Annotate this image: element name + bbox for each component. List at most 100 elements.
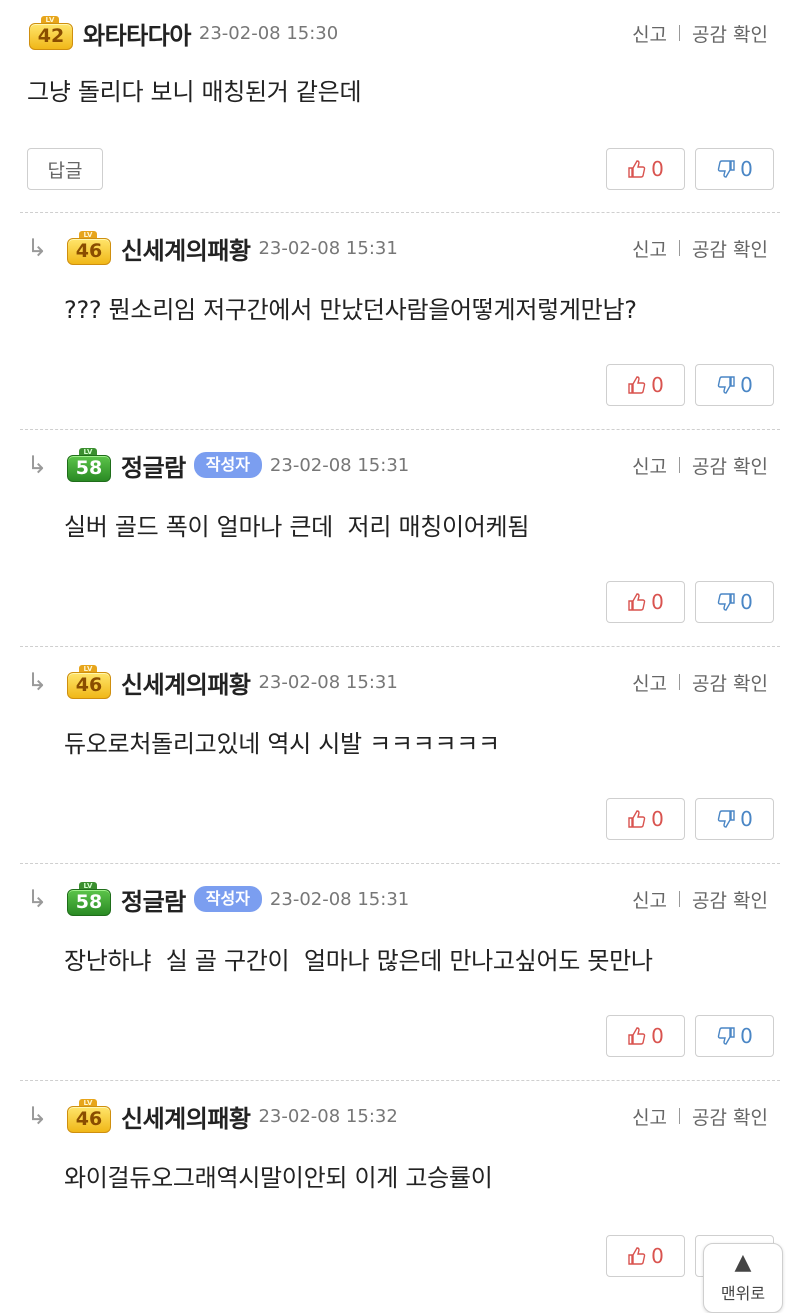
comment-header: ↳ LV 46 신세계의패황 23-02-08 15:32 (27, 1098, 398, 1134)
comment-actions: 신고 공감 확인 (632, 15, 768, 51)
level-badge-icon: LV 58 (65, 448, 111, 482)
comment-divider (20, 1080, 780, 1081)
comment-actions: 신고 공감 확인 (632, 1098, 768, 1134)
comment-item: ↳ LV 46 신세계의패황 23-02-08 15:31 신고 공감 확인 듀… (0, 646, 800, 863)
divider (679, 891, 681, 907)
divider (679, 25, 681, 41)
level-badge-icon: LV 46 (65, 231, 111, 265)
level-number: 46 (67, 238, 111, 265)
nickname[interactable]: 신세계의패황 (121, 1099, 251, 1134)
downvote-button[interactable]: 0 (695, 581, 774, 623)
divider (679, 674, 681, 690)
nickname[interactable]: 와타타다아 (83, 16, 191, 51)
upvote-count: 0 (651, 1244, 664, 1268)
comment-header: ↳ LV 46 신세계의패황 23-02-08 15:31 (27, 664, 398, 700)
thumbs-down-icon (717, 593, 735, 611)
level-number: 42 (29, 23, 73, 50)
timestamp: 23-02-08 15:31 (269, 454, 410, 476)
report-link[interactable]: 신고 (632, 20, 667, 47)
comment-divider (20, 863, 780, 864)
thumbs-up-icon (628, 160, 646, 178)
sympathy-check-link[interactable]: 공감 확인 (692, 235, 768, 262)
comment-header: ↳ LV 58 정글람 작성자 23-02-08 15:31 (27, 881, 409, 917)
level-number: 58 (67, 889, 111, 916)
nickname[interactable]: 신세계의패황 (121, 665, 251, 700)
scroll-top-button[interactable]: ▲ 맨위로 (703, 1243, 783, 1313)
level-badge-icon: LV 46 (65, 1099, 111, 1133)
upvote-button[interactable]: 0 (606, 798, 685, 840)
comment-header: ↳ LV 46 신세계의패황 23-02-08 15:31 (27, 230, 398, 266)
report-link[interactable]: 신고 (632, 1103, 667, 1130)
level-badge-icon: LV 58 (65, 882, 111, 916)
comment-divider (20, 212, 780, 213)
author-badge: 작성자 (193, 452, 262, 478)
reply-arrow-icon: ↳ (27, 451, 48, 479)
upvote-button[interactable]: 0 (606, 364, 685, 406)
comment-actions: 신고 공감 확인 (632, 230, 768, 266)
nickname[interactable]: 정글람 (121, 448, 186, 483)
comment-text: 장난하냐 실 골 구간이 얼마나 많은데 만나고싶어도 못만나 (64, 947, 653, 975)
sympathy-check-link[interactable]: 공감 확인 (692, 20, 768, 47)
thumbs-up-icon (628, 376, 646, 394)
sympathy-check-link[interactable]: 공감 확인 (692, 886, 768, 913)
nickname[interactable]: 정글람 (121, 882, 186, 917)
comment-text: 와이걸듀오그래역시말이안되 이게 고승률이 (64, 1164, 493, 1192)
thumbs-up-icon (628, 1027, 646, 1045)
comment-actions: 신고 공감 확인 (632, 447, 768, 483)
upvote-count: 0 (651, 1024, 664, 1048)
downvote-count: 0 (740, 1024, 753, 1048)
comment-actions: 신고 공감 확인 (632, 881, 768, 917)
nickname[interactable]: 신세계의패황 (121, 231, 251, 266)
upvote-count: 0 (651, 157, 664, 181)
downvote-count: 0 (740, 807, 753, 831)
upvote-count: 0 (651, 373, 664, 397)
level-badge-icon: LV 42 (27, 16, 73, 50)
comment-header: ↳ LV 58 정글람 작성자 23-02-08 15:31 (27, 447, 409, 483)
reply-arrow-icon: ↳ (27, 668, 48, 696)
comment-item: ↳ LV 58 정글람 작성자 23-02-08 15:31 신고 공감 확인 … (0, 429, 800, 646)
report-link[interactable]: 신고 (632, 235, 667, 262)
thumbs-down-icon (717, 1027, 735, 1045)
comment-text: 듀오로처돌리고있네 역시 시발 ㅋㅋㅋㅋㅋㅋ (64, 730, 500, 758)
scroll-top-label: 맨위로 (720, 1284, 766, 1303)
sympathy-check-link[interactable]: 공감 확인 (692, 452, 768, 479)
downvote-button[interactable]: 0 (695, 364, 774, 406)
upvote-count: 0 (651, 590, 664, 614)
comment-item: LV 42 와타타다아 23-02-08 15:30 신고 공감 확인 그냥 돌… (0, 0, 800, 217)
thumbs-up-icon (628, 593, 646, 611)
timestamp: 23-02-08 15:31 (258, 671, 398, 693)
reply-arrow-icon: ↳ (27, 234, 48, 262)
upvote-button[interactable]: 0 (606, 1235, 685, 1277)
comment-actions: 신고 공감 확인 (632, 664, 768, 700)
comment-divider (20, 646, 780, 647)
downvote-button[interactable]: 0 (695, 1015, 774, 1057)
comment-header: LV 42 와타타다아 23-02-08 15:30 (27, 15, 338, 51)
comment-text: ??? 뭔소리임 저구간에서 만났던사람을어떻게저렇게만남? (64, 296, 637, 324)
reply-arrow-icon: ↳ (27, 1102, 48, 1130)
divider (679, 1108, 681, 1124)
author-badge: 작성자 (193, 886, 262, 912)
downvote-button[interactable]: 0 (695, 148, 774, 190)
level-number: 58 (67, 455, 111, 482)
report-link[interactable]: 신고 (632, 669, 667, 696)
divider (679, 240, 681, 256)
comment-item: ↳ LV 58 정글람 작성자 23-02-08 15:31 신고 공감 확인 … (0, 863, 800, 1080)
downvote-count: 0 (740, 590, 753, 614)
sympathy-check-link[interactable]: 공감 확인 (692, 669, 768, 696)
report-link[interactable]: 신고 (632, 452, 667, 479)
thumbs-down-icon (717, 160, 735, 178)
upvote-button[interactable]: 0 (606, 148, 685, 190)
upvote-button[interactable]: 0 (606, 1015, 685, 1057)
reply-button[interactable]: 답글 (27, 148, 103, 190)
sympathy-check-link[interactable]: 공감 확인 (692, 1103, 768, 1130)
timestamp: 23-02-08 15:31 (269, 888, 410, 910)
level-badge-icon: LV 46 (65, 665, 111, 699)
divider (679, 457, 681, 473)
comment-text: 실버 골드 폭이 얼마나 큰데 저리 매칭이어케됨 (64, 513, 530, 541)
report-link[interactable]: 신고 (632, 886, 667, 913)
level-number: 46 (67, 1106, 111, 1133)
upvote-button[interactable]: 0 (606, 581, 685, 623)
level-number: 46 (67, 672, 111, 699)
downvote-button[interactable]: 0 (695, 798, 774, 840)
timestamp: 23-02-08 15:31 (258, 237, 398, 259)
